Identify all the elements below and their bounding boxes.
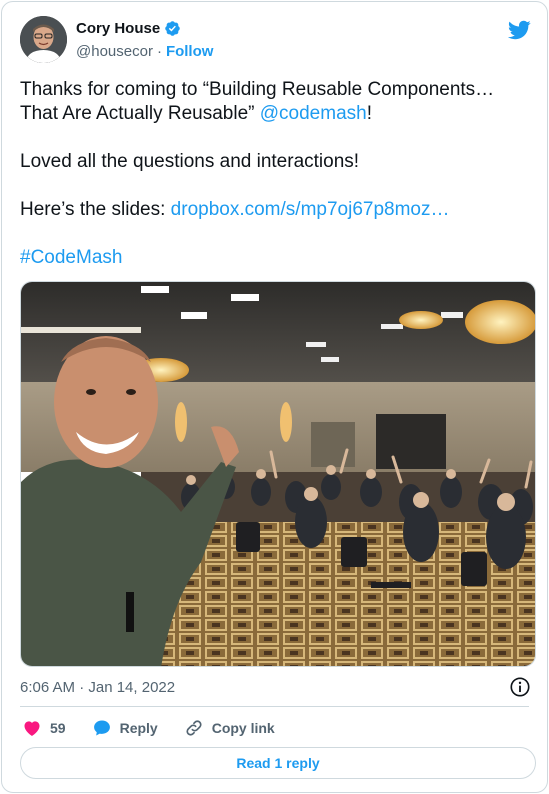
info-icon[interactable] [509, 676, 531, 698]
action-bar: 59 Reply Copy link [22, 715, 301, 741]
verified-badge-icon [165, 21, 180, 36]
tweet-text-part: Thanks for coming to “Building Reusable … [20, 79, 495, 124]
handle-separator: · [156, 43, 162, 60]
follow-button[interactable]: Follow [166, 43, 214, 60]
like-button[interactable]: 59 [22, 718, 66, 738]
like-count: 59 [50, 720, 66, 736]
read-replies-button[interactable]: Read 1 reply [20, 747, 536, 779]
reply-label: Reply [119, 720, 158, 736]
copy-link-label: Copy link [211, 720, 275, 736]
author-handle[interactable]: @housecor [76, 43, 153, 60]
tweet-photo[interactable] [20, 281, 536, 667]
author-name[interactable]: Cory House [76, 20, 160, 37]
twitter-bird-icon[interactable] [507, 18, 531, 42]
tweet-paragraph-3: Here’s the slides: dropbox.com/s/mp7oj67… [20, 198, 532, 222]
tweet-paragraph-4: #CodeMash [20, 246, 532, 270]
tweet-paragraph-2: Loved all the questions and interactions… [20, 151, 360, 172]
reply-button[interactable]: Reply [92, 718, 158, 738]
copy-link-button[interactable]: Copy link [184, 718, 275, 738]
reply-bubble-icon [93, 720, 110, 736]
hashtag-link[interactable]: #CodeMash [20, 247, 122, 268]
link-icon [186, 720, 202, 736]
slides-link[interactable]: dropbox.com/s/mp7oj67p8moz… [171, 199, 450, 220]
tweet-timestamp[interactable]: 6:06 AM · Jan 14, 2022 [20, 679, 175, 696]
mention-link[interactable]: @codemash [260, 103, 367, 124]
tweet-card: Cory House @housecor · Follow Thanks for… [1, 1, 548, 793]
tweet-text: Thanks for coming to “Building Reusable … [20, 78, 532, 294]
tweet-text-part: Here’s the slides: [20, 199, 171, 220]
tweet-text-part: ! [366, 103, 372, 124]
heart-icon [24, 721, 40, 736]
tweet-paragraph-1: Thanks for coming to “Building Reusable … [20, 78, 532, 126]
avatar[interactable] [20, 16, 67, 63]
divider [20, 706, 529, 707]
